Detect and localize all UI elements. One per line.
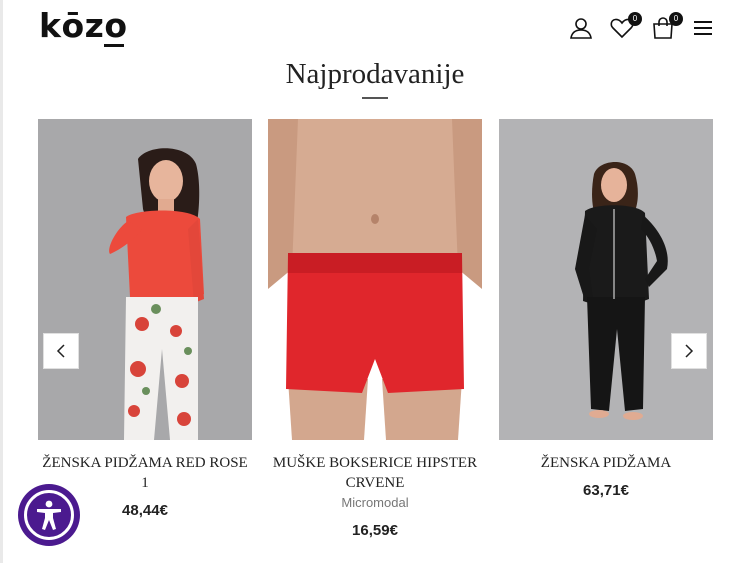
product-image[interactable]	[268, 119, 482, 440]
accessibility-icon	[24, 490, 74, 540]
shopping-bag-icon[interactable]: 0	[650, 12, 683, 41]
product-name[interactable]: MUŠKE BOKSERICE HIPSTER CRVENE	[268, 453, 482, 493]
user-icon[interactable]	[568, 15, 594, 41]
product-card[interactable]: MUŠKE BOKSERICE HIPSTER CRVENE Micromoda…	[268, 119, 482, 541]
heart-icon[interactable]: 0	[609, 12, 642, 41]
carousel-prev-button[interactable]	[43, 333, 79, 369]
title-divider	[362, 97, 388, 99]
product-name[interactable]: ŽENSKA PIDŽAMA RED ROSE 1	[38, 453, 252, 493]
carousel-next-button[interactable]	[671, 333, 707, 369]
cart-count-badge: 0	[669, 12, 683, 26]
product-price: 16,59€	[352, 522, 398, 539]
product-material: Micromodal	[341, 495, 409, 510]
product-card[interactable]: ŽENSKA PIDŽAMA 63,71€	[499, 119, 713, 501]
site-header: kōzo 0 0	[0, 0, 750, 56]
chevron-right-icon	[685, 344, 694, 358]
logo-underline	[104, 44, 124, 47]
product-price: 63,71€	[583, 482, 629, 499]
product-image[interactable]	[38, 119, 252, 440]
product-image[interactable]	[499, 119, 713, 440]
wishlist-count-badge: 0	[628, 12, 642, 26]
accessibility-button[interactable]	[18, 484, 80, 546]
product-name[interactable]: ŽENSKA PIDŽAMA	[499, 453, 713, 473]
product-card[interactable]: ŽENSKA PIDŽAMA RED ROSE 1 48,44€	[38, 119, 252, 521]
hamburger-menu-icon[interactable]	[690, 15, 716, 41]
site-logo[interactable]: kōzo	[39, 6, 128, 46]
chevron-left-icon	[56, 344, 65, 358]
section-title: Najprodavanije	[285, 58, 465, 90]
